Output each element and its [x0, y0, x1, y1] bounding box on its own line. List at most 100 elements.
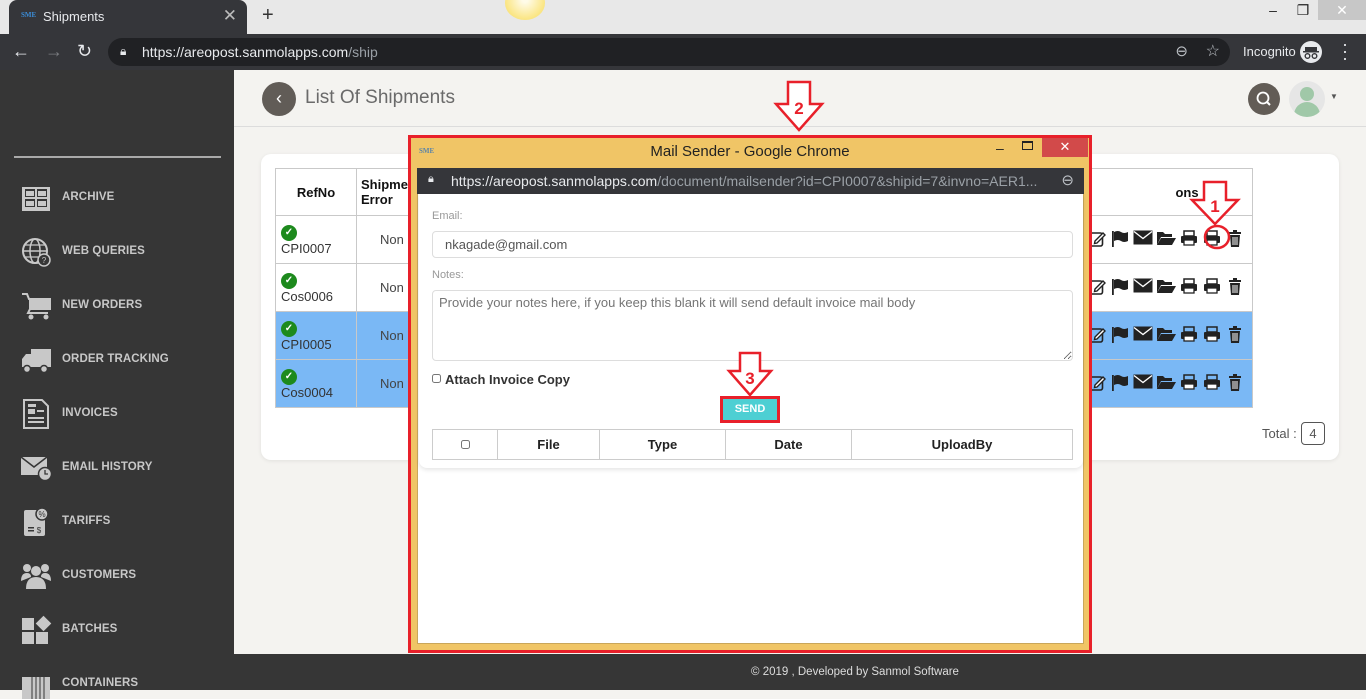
- folder-icon[interactable]: [1154, 278, 1177, 298]
- files-table: File Type Date UploadBy: [432, 429, 1073, 460]
- callout-label-3: 3: [745, 369, 754, 388]
- forward-icon[interactable]: →: [45, 41, 63, 62]
- address-bar[interactable]: 🔒︎ https://areopost.sanmolapps.com/ship …: [108, 38, 1230, 66]
- callout-arrow-1: 1: [1189, 180, 1241, 226]
- email-field[interactable]: nkagade@gmail.com: [432, 231, 1073, 258]
- sidebar-item-email-history[interactable]: EMAIL HISTORY: [20, 453, 230, 483]
- column-header-file: File: [497, 429, 600, 460]
- sidebar-item-web-queries[interactable]: ? WEB QUERIES: [20, 237, 230, 267]
- email-icon[interactable]: [1131, 278, 1154, 298]
- svg-text:$: $: [37, 526, 42, 535]
- attach-invoice-checkbox-label[interactable]: Attach Invoice Copy: [432, 372, 570, 387]
- popup-close-button[interactable]: ✕: [1042, 138, 1088, 157]
- print-icon[interactable]: [1177, 325, 1200, 346]
- popup-maximize-button[interactable]: [1022, 141, 1033, 150]
- print-icon[interactable]: [1177, 277, 1200, 298]
- url-host: https://areopost.sanmolapps.com: [142, 44, 349, 60]
- delete-icon[interactable]: [1223, 373, 1246, 394]
- status-check-icon: ✓: [281, 225, 297, 241]
- popup-minimize-button[interactable]: –: [996, 140, 1004, 156]
- sidebar-item-invoices[interactable]: INVOICES: [20, 399, 230, 429]
- folder-icon[interactable]: [1154, 230, 1177, 250]
- print-icon[interactable]: [1200, 277, 1223, 298]
- window-close-button[interactable]: ✕: [1318, 0, 1366, 20]
- status-check-icon: ✓: [281, 321, 297, 337]
- sidebar-item-label: INVOICES: [62, 407, 118, 419]
- refno-text: CPI0005: [281, 337, 332, 352]
- tab-title: Shipments: [43, 9, 105, 24]
- sidebar-item-label: ARCHIVE: [62, 191, 115, 203]
- sidebar-item-customers[interactable]: CUSTOMERS: [20, 561, 230, 591]
- notes-label: Notes:: [432, 269, 464, 281]
- flag-icon[interactable]: [1108, 374, 1131, 394]
- status-check-icon: ✓: [281, 369, 297, 385]
- avatar[interactable]: [1289, 81, 1325, 117]
- cursor-highlight: [505, 0, 545, 20]
- sidebar-item-containers[interactable]: CONTAINERS: [20, 669, 230, 699]
- sidebar-item-label: WEB QUERIES: [62, 245, 145, 257]
- column-header-error: Error: [361, 192, 393, 207]
- incognito-label: Incognito: [1243, 44, 1296, 59]
- back-button[interactable]: ‹: [262, 82, 296, 116]
- email-icon[interactable]: [1131, 230, 1154, 250]
- flag-icon[interactable]: [1108, 278, 1131, 298]
- popup-content: Email: nkagade@gmail.com Notes: Attach I…: [417, 194, 1084, 644]
- sidebar-item-label: TARIFFS: [62, 515, 111, 527]
- caret-down-icon[interactable]: ▼: [1330, 92, 1338, 101]
- reload-icon[interactable]: ↻: [77, 41, 92, 62]
- column-header-refno: RefNo: [275, 168, 357, 216]
- email-action-highlight-circle: [1203, 224, 1231, 250]
- select-all-files-checkbox[interactable]: [460, 440, 470, 449]
- search-button[interactable]: [1248, 83, 1280, 115]
- callout-label-1: 1: [1210, 197, 1219, 216]
- popup-title: Mail Sender - Google Chrome: [650, 143, 850, 160]
- search-icon: [1256, 91, 1271, 106]
- callout-arrow-2: 2: [773, 80, 825, 132]
- print-icon[interactable]: [1200, 325, 1223, 346]
- back-icon[interactable]: ←: [12, 41, 30, 62]
- sidebar-item-label: EMAIL HISTORY: [62, 461, 153, 473]
- sidebar-item-label: ORDER TRACKING: [62, 353, 169, 365]
- refno-cell: ✓ Cos0006: [275, 263, 357, 312]
- delete-icon[interactable]: [1223, 325, 1246, 346]
- attach-invoice-checkbox[interactable]: [432, 374, 441, 383]
- new-tab-button[interactable]: +: [262, 4, 274, 27]
- sidebar-item-batches[interactable]: BATCHES: [20, 615, 230, 645]
- zoom-icon[interactable]: ⊖: [1175, 42, 1188, 60]
- sidebar-item-archive[interactable]: ARCHIVE: [20, 183, 230, 213]
- print-icon[interactable]: [1177, 373, 1200, 394]
- refno-text: Cos0006: [281, 289, 334, 304]
- sidebar-item-tariffs[interactable]: % $ TARIFFS: [20, 507, 230, 537]
- print-icon[interactable]: [1200, 373, 1223, 394]
- footer: © 2019 , Developed by Sanmol Software: [234, 654, 1366, 690]
- page-title: List Of Shipments: [305, 87, 455, 108]
- sidebar-item-label: BATCHES: [62, 623, 118, 635]
- incognito-icon[interactable]: [1300, 41, 1322, 63]
- refno-cell: ✓ Cos0004: [275, 359, 357, 408]
- mail-form: Email: nkagade@gmail.com Notes: Attach I…: [419, 194, 1083, 468]
- zoom-icon[interactable]: ⊖: [1061, 171, 1074, 189]
- globe-question-icon: ?: [22, 238, 51, 267]
- sidebar-item-new-orders[interactable]: NEW ORDERS: [20, 291, 230, 321]
- svg-text:?: ?: [42, 256, 47, 265]
- refno-text: CPI0007: [281, 241, 332, 256]
- folder-icon[interactable]: [1154, 374, 1177, 394]
- delete-icon[interactable]: [1223, 277, 1246, 298]
- tab-close-icon[interactable]: ✕: [223, 6, 237, 26]
- print-icon[interactable]: [1177, 229, 1200, 250]
- callout-arrow-3: 3: [726, 351, 774, 397]
- flag-icon[interactable]: [1108, 326, 1131, 346]
- bookmark-star-icon[interactable]: ☆: [1206, 41, 1220, 61]
- favicon-icon: SME: [21, 11, 37, 19]
- sidebar-divider: [14, 156, 221, 158]
- browser-menu-icon[interactable]: · · ·: [1340, 35, 1350, 67]
- sidebar-item-order-tracking[interactable]: ORDER TRACKING: [20, 345, 230, 375]
- bill-icon: [23, 399, 49, 429]
- flag-icon[interactable]: [1108, 230, 1131, 250]
- browser-tab[interactable]: SME Shipments ✕: [9, 0, 247, 34]
- email-icon[interactable]: [1131, 374, 1154, 394]
- email-icon[interactable]: [1131, 326, 1154, 346]
- send-button[interactable]: SEND: [723, 399, 777, 420]
- popup-address-bar[interactable]: 🔒︎ https://areopost.sanmolapps.com/docum…: [417, 168, 1084, 194]
- folder-icon[interactable]: [1154, 326, 1177, 346]
